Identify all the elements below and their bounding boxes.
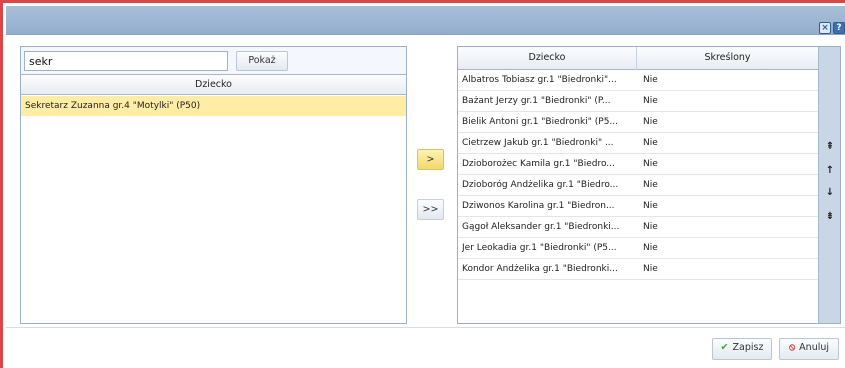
column-header-child[interactable]: Dziecko	[458, 47, 637, 70]
help-icon[interactable]: ?	[833, 22, 845, 34]
child-name: Dzioborożec Kamila gr.1 "Biedro...	[462, 159, 615, 169]
save-button[interactable]: ✔ Zapisz	[712, 338, 772, 360]
cancel-label: Anuluj	[799, 342, 830, 353]
table-row[interactable]: Albatros Tobiasz gr.1 "Biedronki"... Nie	[458, 70, 818, 91]
table-row[interactable]: Gągoł Aleksander gr.1 "Biedronki... Nie	[458, 217, 818, 238]
dialog-footer: ✔ Zapisz ⦸ Anuluj	[6, 327, 845, 368]
removed-value: Nie	[643, 159, 658, 169]
table-row[interactable]: Cietrzew Jakub gr.1 "Biedronki" ... Nie	[458, 133, 818, 154]
child-name: Gągoł Aleksander gr.1 "Biedronki...	[462, 222, 620, 232]
removed-value: Nie	[643, 75, 658, 85]
column-header-child[interactable]: Dziecko	[21, 74, 406, 95]
table-header: Dziecko Skreślony	[458, 47, 818, 70]
move-selected-button[interactable]: >	[417, 149, 444, 170]
table-row[interactable]: Dzioboróg Andżelika gr.1 "Biedro... Nie	[458, 175, 818, 196]
order-toolbar: ⇞ ↑ ↓ ⇟	[818, 47, 840, 323]
selected-children-table: Albatros Tobiasz gr.1 "Biedronki"... Nie …	[458, 70, 818, 323]
selected-children-panel: Dziecko Skreślony Albatros Tobiasz gr.1 …	[457, 46, 841, 324]
move-bottom-icon[interactable]: ⇟	[823, 210, 837, 224]
move-all-button[interactable]: >>	[417, 199, 444, 220]
removed-value: Nie	[643, 264, 658, 274]
table-row[interactable]: Bażant Jerzy gr.1 "Biedronki" (P... Nie	[458, 91, 818, 112]
dialog-window: × ? Pokaż Dziecko Sekretarz Zuzanna gr.4…	[0, 0, 845, 368]
removed-value: Nie	[643, 222, 658, 232]
removed-value: Nie	[643, 138, 658, 148]
cancel-icon: ⦸	[788, 342, 796, 353]
column-header-removed[interactable]: Skreślony	[637, 47, 818, 70]
list-item[interactable]: Sekretarz Zuzanna gr.4 "Motylki" (P50)	[21, 96, 406, 116]
child-name: Dzioboróg Andżelika gr.1 "Biedro...	[462, 180, 619, 190]
close-icon[interactable]: ×	[819, 22, 831, 34]
child-name: Bielik Antoni gr.1 "Biedronki" (P5...	[462, 117, 619, 127]
table-row[interactable]: Bielik Antoni gr.1 "Biedronki" (P5... Nie	[458, 112, 818, 133]
removed-value: Nie	[643, 117, 658, 127]
move-up-icon[interactable]: ↑	[823, 164, 837, 178]
table-row[interactable]: Dziwonos Karolina gr.1 "Biedron... Nie	[458, 196, 818, 217]
child-name: Kondor Andżelika gr.1 "Biedronki...	[462, 264, 618, 274]
child-name: Bażant Jerzy gr.1 "Biedronki" (P...	[462, 96, 611, 106]
available-children-list: Sekretarz Zuzanna gr.4 "Motylki" (P50)	[21, 95, 406, 323]
move-top-icon[interactable]: ⇞	[823, 140, 837, 154]
title-bar: × ?	[6, 6, 845, 35]
search-input[interactable]	[24, 51, 228, 71]
removed-value: Nie	[643, 201, 658, 211]
move-down-icon[interactable]: ↓	[823, 186, 837, 200]
table-row[interactable]: Dzioborożec Kamila gr.1 "Biedro... Nie	[458, 154, 818, 175]
child-name: Albatros Tobiasz gr.1 "Biedronki"...	[462, 75, 617, 85]
save-label: Zapisz	[732, 342, 764, 353]
child-name: Dziwonos Karolina gr.1 "Biedron...	[462, 201, 615, 211]
removed-value: Nie	[643, 96, 658, 106]
table-row[interactable]: Kondor Andżelika gr.1 "Biedronki... Nie	[458, 259, 818, 280]
cancel-button[interactable]: ⦸ Anuluj	[779, 338, 839, 360]
removed-value: Nie	[643, 180, 658, 190]
child-name: Cietrzew Jakub gr.1 "Biedronki" ...	[462, 138, 614, 148]
available-children-panel: Pokaż Dziecko Sekretarz Zuzanna gr.4 "Mo…	[20, 46, 407, 324]
table-row[interactable]: Jer Leokadia gr.1 "Biedronki" (P5... Nie	[458, 238, 818, 259]
removed-value: Nie	[643, 243, 658, 253]
child-name: Jer Leokadia gr.1 "Biedronki" (P5...	[462, 243, 617, 253]
checkmark-icon: ✔	[720, 342, 729, 353]
show-button[interactable]: Pokaż	[236, 51, 288, 71]
